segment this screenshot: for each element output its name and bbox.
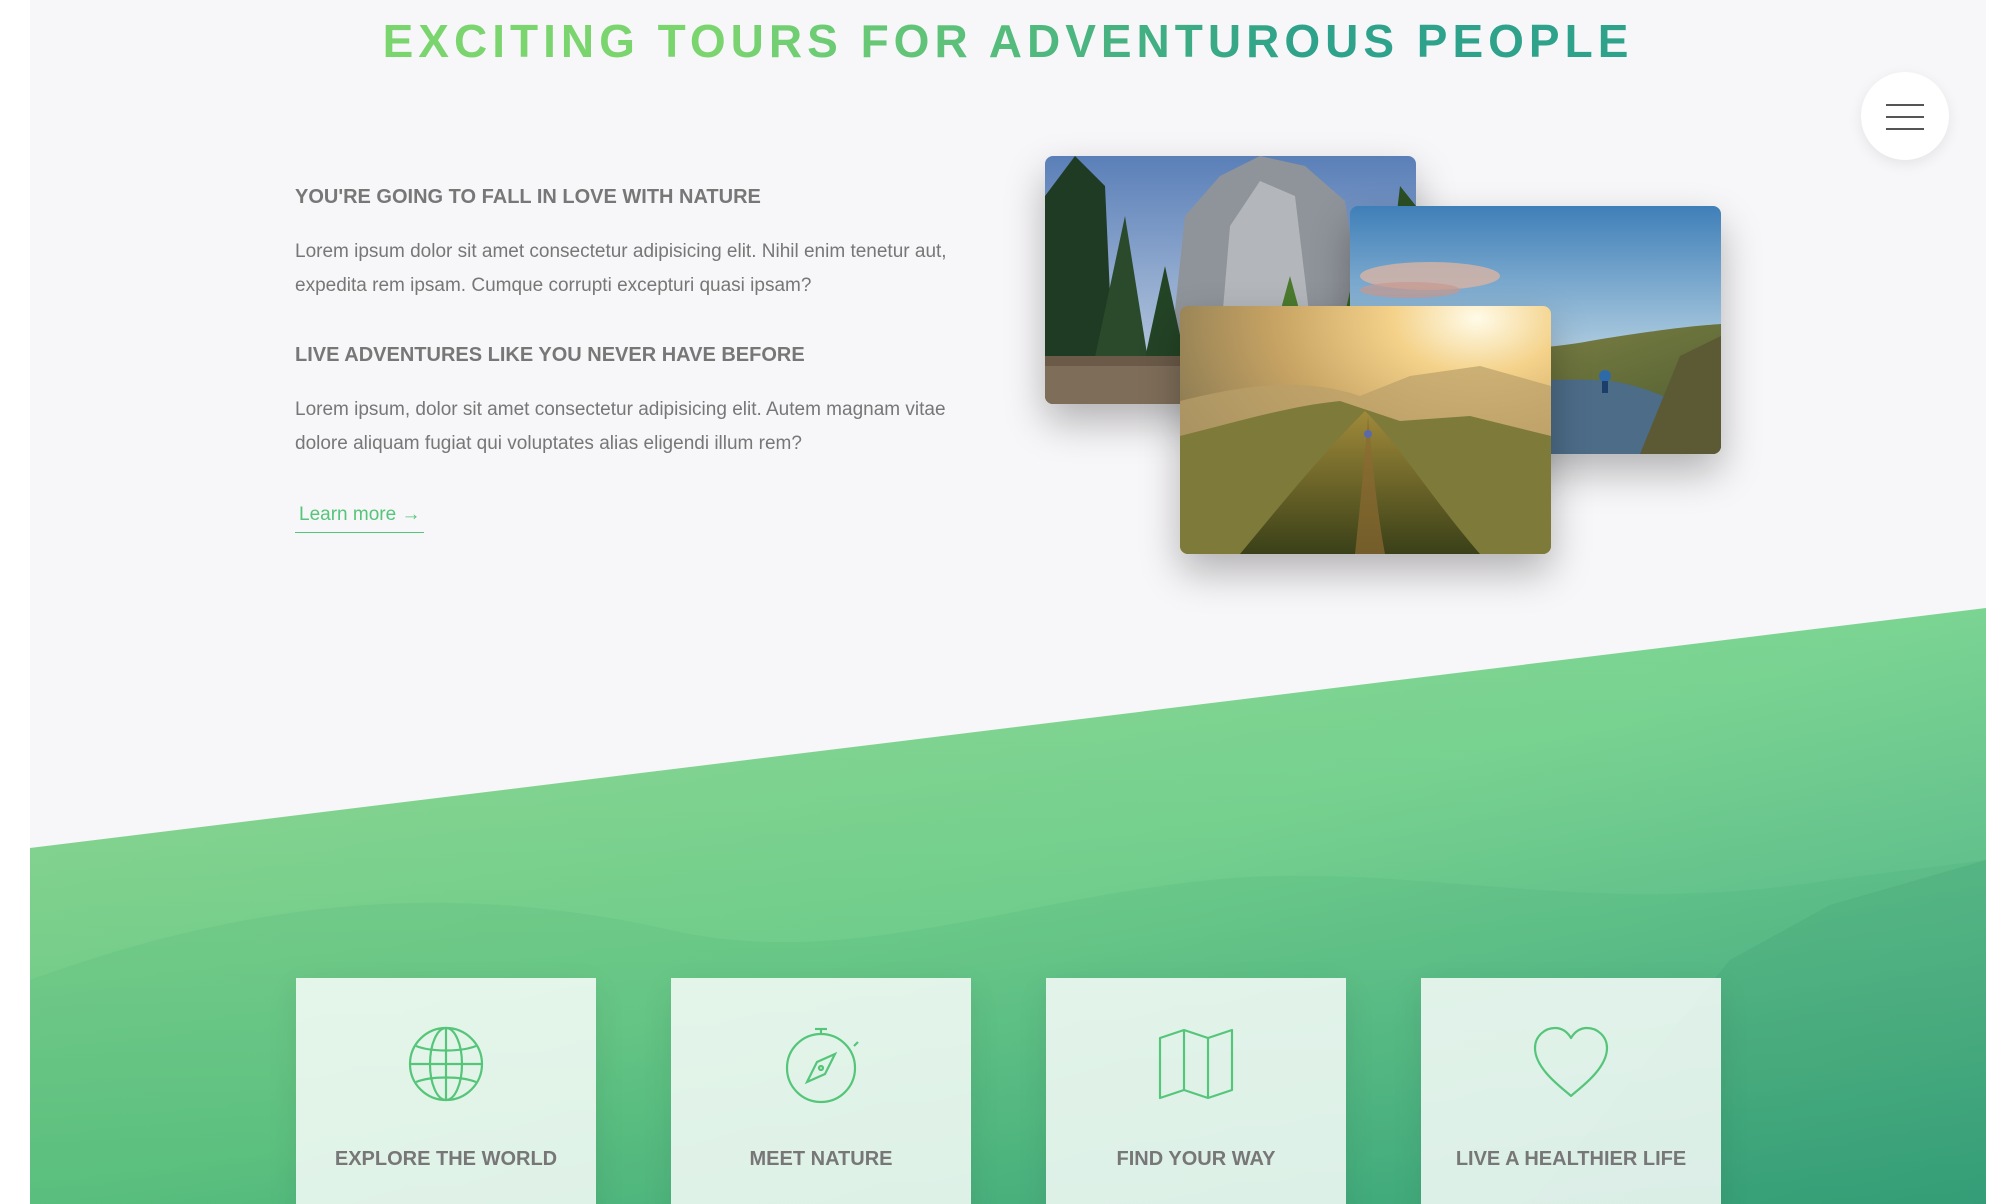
page-title: EXCITING TOURS FOR ADVENTUROUS PEOPLE [30, 14, 1986, 68]
feature-card-explore[interactable]: EXPLORE THE WORLD [296, 978, 596, 1204]
globe-icon [408, 1026, 484, 1102]
heart-icon [1533, 1026, 1609, 1098]
feature-card-healthier[interactable]: LIVE A HEALTHIER LIFE [1421, 978, 1721, 1204]
feature-title-explore: EXPLORE THE WORLD [334, 1148, 558, 1170]
section-heading-adventures: LIVE ADVENTURES LIKE YOU NEVER HAVE BEFO… [295, 344, 805, 366]
feature-title-find-way: FIND YOUR WAY [1116, 1148, 1276, 1170]
navigation-menu-button[interactable] [1861, 72, 1949, 160]
feature-title-nature: MEET NATURE [749, 1148, 893, 1170]
compass-icon [785, 1027, 859, 1104]
page: EXCITING TOURS FOR ADVENTUROUS PEOPLE YO… [30, 0, 1986, 1204]
map-icon [1158, 1028, 1234, 1100]
section-body-adventures: Lorem ipsum, dolor sit amet consectetur … [295, 399, 946, 454]
photo-mountain-ridge-sunset[interactable] [1180, 306, 1551, 554]
hamburger-menu-icon [1861, 72, 1949, 160]
learn-more-link[interactable]: Learn more → [295, 501, 425, 533]
feature-title-healthier: LIVE A HEALTHIER LIFE [1455, 1148, 1687, 1170]
section-body-nature: Lorem ipsum dolor sit amet consectetur a… [295, 241, 947, 296]
feature-card-find-way[interactable]: FIND YOUR WAY [1046, 978, 1346, 1204]
section-heading-nature: YOU'RE GOING TO FALL IN LOVE WITH NATURE [295, 186, 761, 208]
feature-card-nature[interactable]: MEET NATURE [671, 978, 971, 1204]
